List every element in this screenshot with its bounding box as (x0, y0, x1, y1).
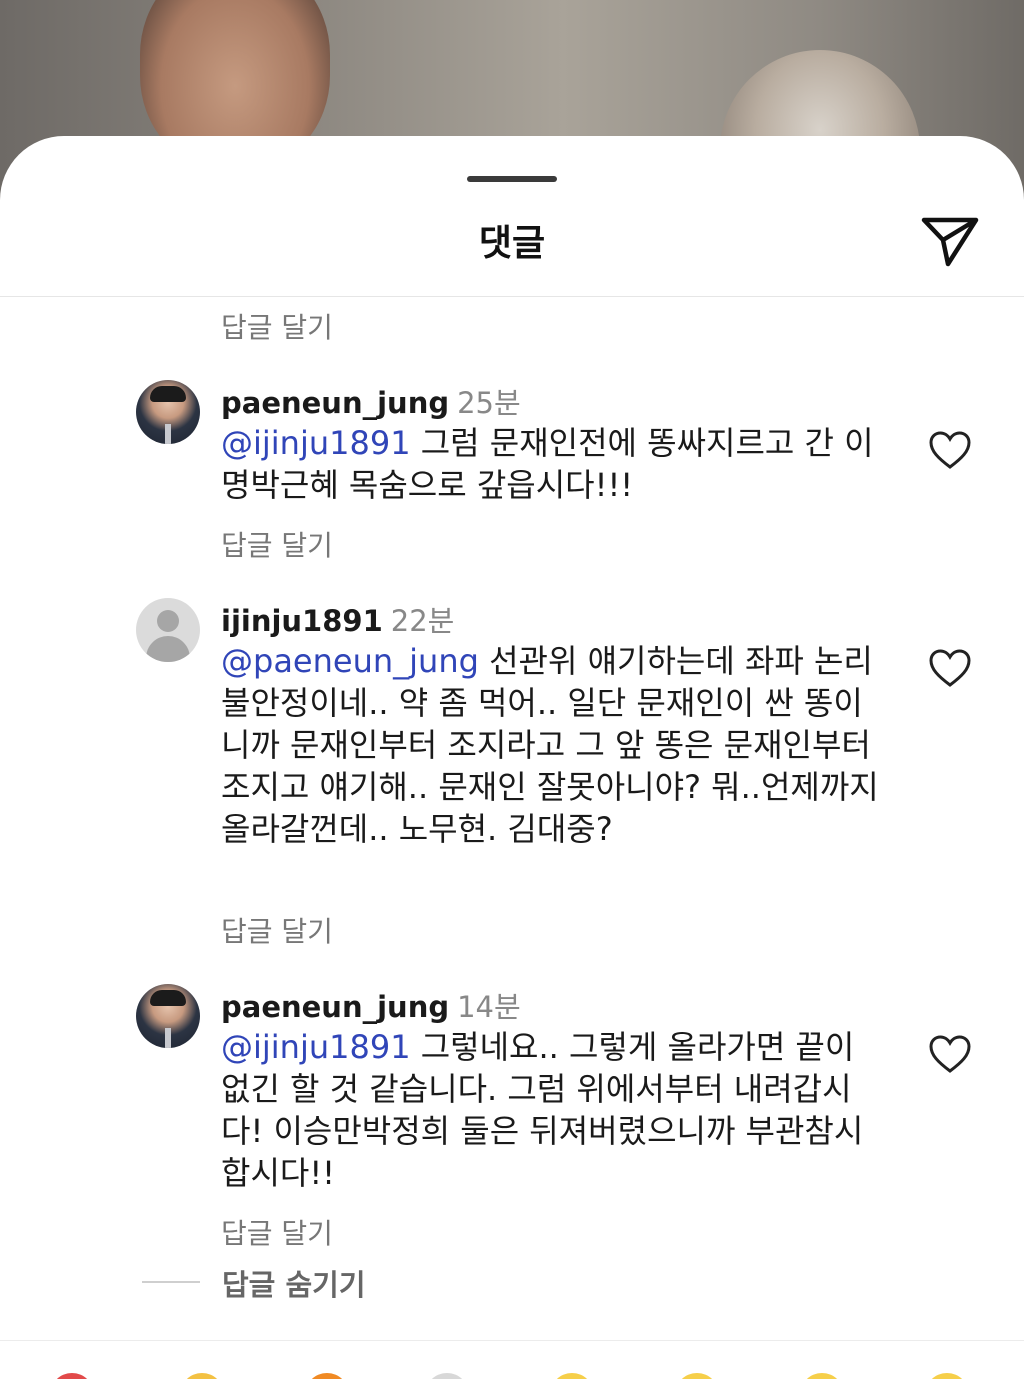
laughing-emoji-icon[interactable] (925, 1373, 969, 1379)
surprised-emoji-icon[interactable] (800, 1373, 844, 1379)
comment-text: @ijinju1891 그럼 문재인전에 똥싸지르고 간 이명박근혜 목숨으로 … (221, 422, 881, 506)
crying-emoji-icon[interactable] (550, 1373, 594, 1379)
comment-mention[interactable]: @paeneun_jung (221, 642, 479, 680)
comment-meta: paeneun_jung 14분 (221, 984, 521, 1026)
emoji-reaction-bar (0, 1340, 1024, 1379)
paper-plane-icon (921, 217, 979, 267)
fire-emoji-icon[interactable] (305, 1373, 349, 1379)
avatar[interactable] (136, 598, 200, 662)
comment-text: @paeneun_jung 선관위 얘기하는데 좌파 논리 불안정이네.. 약 … (221, 640, 881, 850)
party-emoji-icon[interactable] (425, 1373, 469, 1379)
heart-eyes-emoji-icon[interactable] (675, 1373, 719, 1379)
comment-mention[interactable]: @ijinju1891 (221, 424, 411, 462)
sheet-title: 댓글 (478, 223, 546, 264)
hide-replies-line (142, 1281, 200, 1283)
comment-meta: ijinju1891 22분 (221, 598, 454, 640)
like-heart-icon[interactable] (928, 1034, 972, 1074)
comment-username[interactable]: ijinju1891 (221, 604, 383, 638)
comment-meta: paeneun_jung 25분 (221, 380, 521, 422)
comment-time: 25분 (457, 386, 521, 420)
reply-button[interactable]: 답글 달기 (221, 306, 333, 346)
reply-button[interactable]: 답글 달기 (221, 1212, 333, 1252)
like-heart-icon[interactable] (928, 648, 972, 688)
clap-emoji-icon[interactable] (180, 1373, 224, 1379)
comment-username[interactable]: paeneun_jung (221, 386, 449, 420)
hide-replies-button[interactable]: 답글 숨기기 (222, 1262, 366, 1304)
comment-time: 22분 (390, 604, 455, 638)
avatar[interactable] (136, 984, 200, 1048)
share-button[interactable] (918, 208, 982, 272)
comments-sheet: 댓글 답글 달기 paeneun_jung 25분 @ijinju1891 그럼 … (0, 136, 1024, 1379)
comment-text: @ijinju1891 그렇네요.. 그렇게 올라가면 끝이 없긴 할 것 같습… (221, 1026, 881, 1194)
comment-time: 14분 (457, 990, 521, 1024)
reply-button[interactable]: 답글 달기 (221, 524, 333, 564)
avatar[interactable] (136, 380, 200, 444)
header-divider (0, 296, 1024, 297)
like-heart-icon[interactable] (928, 430, 972, 470)
reply-button[interactable]: 답글 달기 (221, 910, 333, 950)
comment-mention[interactable]: @ijinju1891 (221, 1028, 411, 1066)
heart-emoji-icon[interactable] (50, 1373, 94, 1379)
sheet-drag-handle[interactable] (467, 176, 557, 182)
comment-username[interactable]: paeneun_jung (221, 990, 449, 1024)
